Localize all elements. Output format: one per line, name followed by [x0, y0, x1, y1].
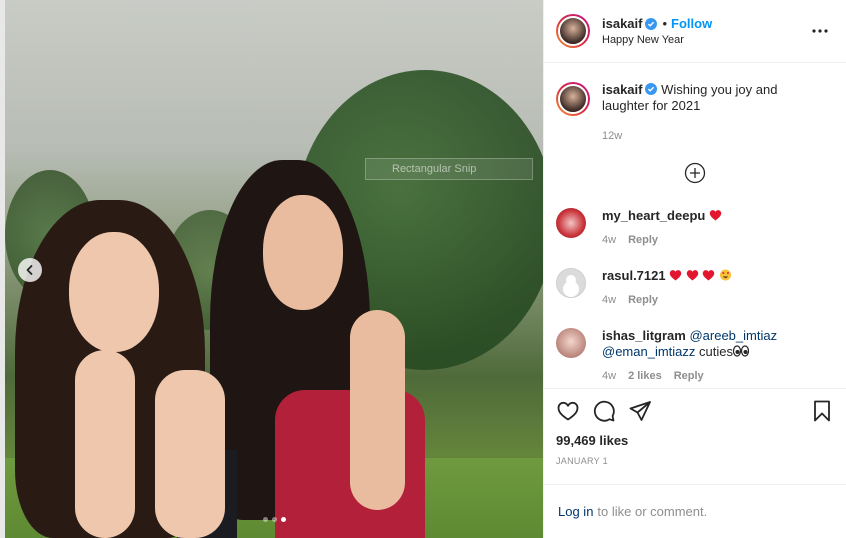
- comment-username[interactable]: rasul.7121: [602, 268, 666, 283]
- red-heart-emoji-icon: [686, 270, 699, 281]
- carousel-prev-button[interactable]: [18, 258, 42, 282]
- post-modal: Rectangular Snip isakaif • Follow Happy …: [0, 0, 846, 538]
- comment-timestamp[interactable]: 4w: [602, 368, 616, 384]
- reply-button[interactable]: Reply: [628, 292, 658, 308]
- heart-eyes-emoji-icon: [720, 269, 732, 281]
- comment-timestamp[interactable]: 4w: [602, 232, 616, 248]
- comment-text: cuties: [699, 344, 733, 359]
- red-heart-emoji-icon: [703, 270, 715, 281]
- more-options-button[interactable]: [808, 19, 832, 43]
- comment-avatar[interactable]: [556, 328, 586, 358]
- comment-timestamp[interactable]: 4w: [602, 292, 616, 308]
- post-actions: 99,469 likes JANUARY 1: [544, 388, 846, 466]
- arm: [350, 310, 405, 510]
- login-prompt-text: to like or comment.: [597, 504, 708, 519]
- likes-count[interactable]: 99,469 likes: [556, 433, 834, 448]
- carousel-dot: [263, 517, 268, 522]
- comment: my_heart_deepu 4w Reply: [556, 208, 834, 248]
- snip-overlay: Rectangular Snip: [365, 158, 533, 180]
- reply-button[interactable]: Reply: [628, 232, 658, 248]
- red-heart-emoji-icon: [669, 270, 682, 281]
- post-date[interactable]: JANUARY 1: [556, 456, 834, 466]
- post-photo[interactable]: Rectangular Snip: [5, 0, 543, 538]
- login-link[interactable]: Log in: [558, 504, 593, 519]
- person-right-face: [263, 195, 343, 310]
- carousel-dot: [272, 517, 277, 522]
- post-header: isakaif • Follow Happy New Year: [544, 0, 846, 63]
- reply-button[interactable]: Reply: [674, 368, 704, 384]
- arm: [75, 350, 135, 538]
- share-icon[interactable]: [628, 399, 652, 423]
- comment-username[interactable]: my_heart_deepu: [602, 208, 705, 223]
- arm: [155, 370, 225, 538]
- carousel-dots: [263, 517, 286, 522]
- more-horizontal-icon: [812, 29, 828, 33]
- comment-likes[interactable]: 2 likes: [628, 368, 662, 384]
- post-side-panel: isakaif • Follow Happy New Year isakaif …: [543, 0, 846, 538]
- plus-circle-icon: [684, 162, 706, 184]
- caption-username[interactable]: isakaif: [602, 82, 642, 97]
- verified-badge-icon: [645, 83, 658, 95]
- follow-button[interactable]: Follow: [671, 16, 712, 31]
- post-caption: isakaif Wishing you joy and laughter for…: [556, 63, 834, 144]
- red-heart-emoji-icon: [709, 210, 722, 221]
- mention-link[interactable]: @eman_imtiazz: [602, 344, 695, 359]
- comment-avatar[interactable]: [556, 268, 586, 298]
- separator-dot: •: [662, 16, 668, 31]
- avatar[interactable]: [556, 14, 590, 48]
- comment-icon[interactable]: [592, 399, 616, 423]
- verified-badge-icon: [645, 17, 658, 30]
- mention-link[interactable]: @areeb_imtiaz: [689, 328, 777, 343]
- comments-section[interactable]: isakaif Wishing you joy and laughter for…: [544, 63, 846, 388]
- person-left-face: [69, 232, 159, 352]
- username-link[interactable]: isakaif: [602, 16, 642, 31]
- post-location[interactable]: Happy New Year: [602, 34, 808, 46]
- comment-avatar[interactable]: [556, 208, 586, 238]
- carousel-dot-active: [281, 517, 286, 522]
- heart-icon[interactable]: [556, 399, 580, 423]
- eyes-emoji-icon: [733, 345, 749, 357]
- chevron-left-icon: [26, 265, 33, 275]
- comment: ishas_litgram @areeb_imtiaz @eman_imtiaz…: [556, 328, 834, 384]
- load-more-comments[interactable]: [556, 162, 834, 188]
- avatar[interactable]: [556, 82, 590, 116]
- bookmark-icon[interactable]: [810, 399, 834, 423]
- login-prompt: Log in to like or comment.: [544, 484, 846, 538]
- comment-username[interactable]: ishas_litgram: [602, 328, 686, 343]
- comment: rasul.7121 4w Reply: [556, 268, 834, 308]
- caption-timestamp[interactable]: 12w: [602, 128, 802, 144]
